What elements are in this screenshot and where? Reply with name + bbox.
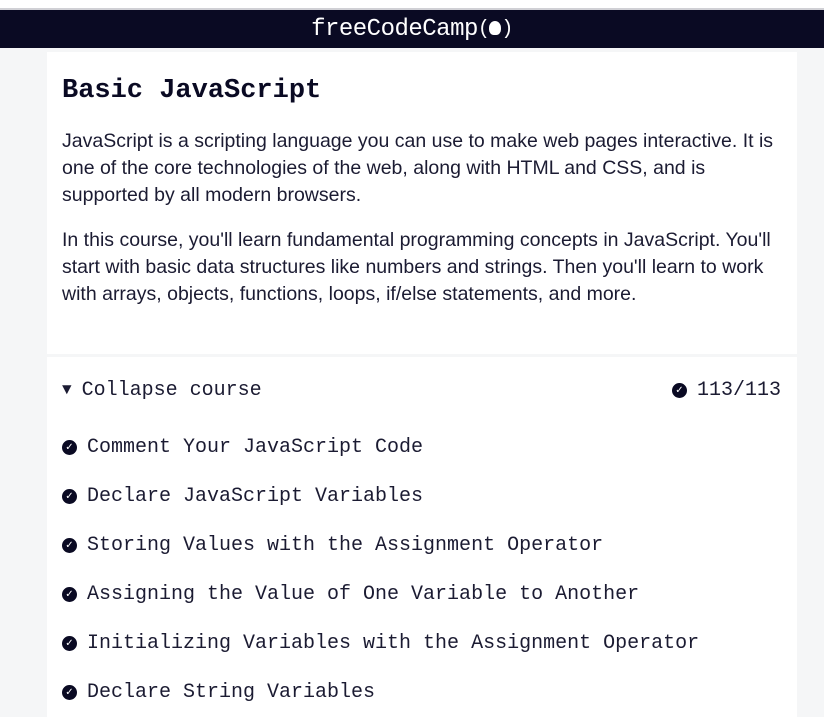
- lesson-link[interactable]: ✓ Comment Your JavaScript Code: [62, 423, 781, 472]
- lesson-title: Declare String Variables: [87, 681, 376, 704]
- lesson-link[interactable]: ✓ Storing Values with the Assignment Oper…: [62, 521, 781, 570]
- check-circle-icon: ✓: [62, 440, 77, 455]
- triangle-down-icon: ▼: [62, 381, 72, 399]
- lesson-title: Comment Your JavaScript Code: [87, 436, 424, 459]
- brand-logo[interactable]: freeCodeCamp: [311, 16, 478, 43]
- lesson-title: Declare JavaScript Variables: [87, 485, 424, 508]
- navbar: freeCodeCamp(): [0, 10, 824, 48]
- check-circle-icon: ✓: [62, 636, 77, 651]
- lesson-title: Initializing Variables with the Assignme…: [87, 632, 700, 655]
- check-circle-icon: ✓: [62, 685, 77, 700]
- check-circle-icon: ✓: [62, 489, 77, 504]
- intro-paragraph: JavaScript is a scripting language you c…: [62, 130, 774, 206]
- lesson-link[interactable]: ✓ Declare JavaScript Variables: [62, 472, 781, 521]
- collapse-course-button[interactable]: ▼ Collapse course ✓ 113/113: [62, 357, 781, 423]
- lesson-link[interactable]: ✓ Declare String Variables: [62, 668, 781, 717]
- check-circle-icon: ✓: [62, 587, 77, 602]
- course-intro: Basic JavaScript JavaScript is a scripti…: [47, 52, 797, 354]
- intro-paragraph: In this course, you'll learn fundamental…: [62, 229, 771, 305]
- lesson-link[interactable]: ✓ Initializing Variables with the Assignm…: [62, 619, 781, 668]
- course-section: ▼ Collapse course ✓ 113/113 ✓ Comment Your …: [47, 357, 797, 717]
- collapse-label: Collapse course: [81, 378, 262, 402]
- page-title: Basic JavaScript: [62, 76, 322, 106]
- browser-top-strip: [0, 0, 824, 10]
- check-circle-icon: ✓: [671, 382, 687, 398]
- lesson-title: Assigning the Value of One Variable to A…: [87, 583, 640, 606]
- progress-count: 113/113: [696, 378, 781, 402]
- flame-icon: (): [477, 17, 514, 41]
- lesson-link[interactable]: ✓ Assigning the Value of One Variable to …: [62, 570, 781, 619]
- lesson-title: Storing Values with the Assignment Opera…: [87, 534, 604, 557]
- check-circle-icon: ✓: [62, 538, 77, 553]
